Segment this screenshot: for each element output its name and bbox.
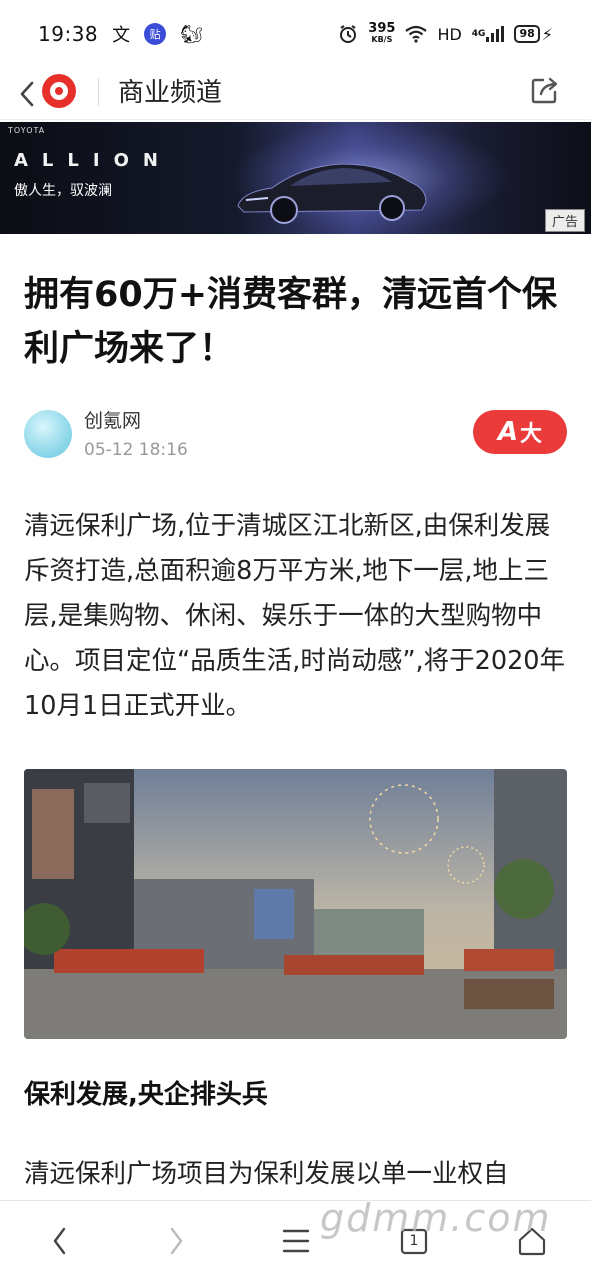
car-image <box>237 163 427 224</box>
chevron-right-icon <box>170 1227 183 1255</box>
author-name[interactable]: 创氪网 <box>84 406 141 433</box>
ad-banner[interactable]: TOYOTA ALLION 傲人生，驭波澜 广告 <box>0 122 591 234</box>
ad-brand: TOYOTA <box>8 126 46 135</box>
plaza-rendering-image[interactable] <box>24 769 567 1039</box>
article-title: 拥有60万+消费客群，清远首个保利广场来了！ <box>24 275 558 369</box>
hd-indicator: HD <box>437 24 462 44</box>
top-nav-bar: 商业频道 <box>0 68 591 120</box>
cell-signal-icon: 4G <box>472 26 505 42</box>
author-row: 创氪网 05-12 18:16 A 大 <box>24 404 569 464</box>
tieba-notification-icon: 贴 <box>144 23 167 45</box>
plaza-illustration <box>24 769 567 1039</box>
alarm-icon <box>338 24 358 44</box>
status-bar: 19:38 文 贴 🐿 395 KB/S HD 4G 98 ⚡ <box>0 0 591 68</box>
wifi-icon <box>405 25 428 43</box>
article-paragraph: 清远保利广场项目为保利发展以单一业权自 <box>24 1159 509 1189</box>
translate-notification-icon: 文 <box>112 25 131 46</box>
font-size-button[interactable]: A 大 <box>473 410 567 454</box>
author-avatar[interactable] <box>24 410 72 458</box>
share-icon <box>531 77 558 104</box>
charging-icon: ⚡ <box>541 24 553 44</box>
chevron-left-icon <box>53 1227 66 1255</box>
ifeng-logo[interactable] <box>42 74 76 108</box>
network-speed: 395 KB/S <box>368 21 396 44</box>
section-heading: 保利发展,央企排头兵 <box>24 1080 268 1110</box>
channel-title: 商业频道 <box>118 78 223 108</box>
hamburger-menu-icon <box>282 1229 310 1253</box>
battery-indicator: 98 ⚡ <box>514 25 553 44</box>
nav-divider <box>98 78 99 106</box>
chevron-left-icon <box>20 81 34 107</box>
back-button[interactable] <box>14 76 40 112</box>
share-button[interactable] <box>529 74 561 106</box>
ad-slogan: 傲人生，驭波澜 <box>14 183 112 199</box>
browser-back-button[interactable] <box>40 1221 80 1261</box>
site-watermark: gdmm.com <box>320 1196 552 1240</box>
browser-forward-button[interactable] <box>156 1221 196 1261</box>
publish-time: 05-12 18:16 <box>84 440 188 460</box>
font-size-label: 大 <box>520 422 543 447</box>
ad-label: 广告 <box>544 209 585 232</box>
ad-model-name: ALLION <box>14 150 172 171</box>
status-time: 19:38 <box>38 22 99 46</box>
menu-button[interactable] <box>276 1221 316 1261</box>
uc-notification-icon: 🐿 <box>180 23 203 45</box>
font-a-icon: A <box>497 417 519 447</box>
article-paragraph: 清远保利广场,位于清城区江北新区,由保利发展斥资打造,总面积逾8万平方米,地下一… <box>24 511 566 721</box>
